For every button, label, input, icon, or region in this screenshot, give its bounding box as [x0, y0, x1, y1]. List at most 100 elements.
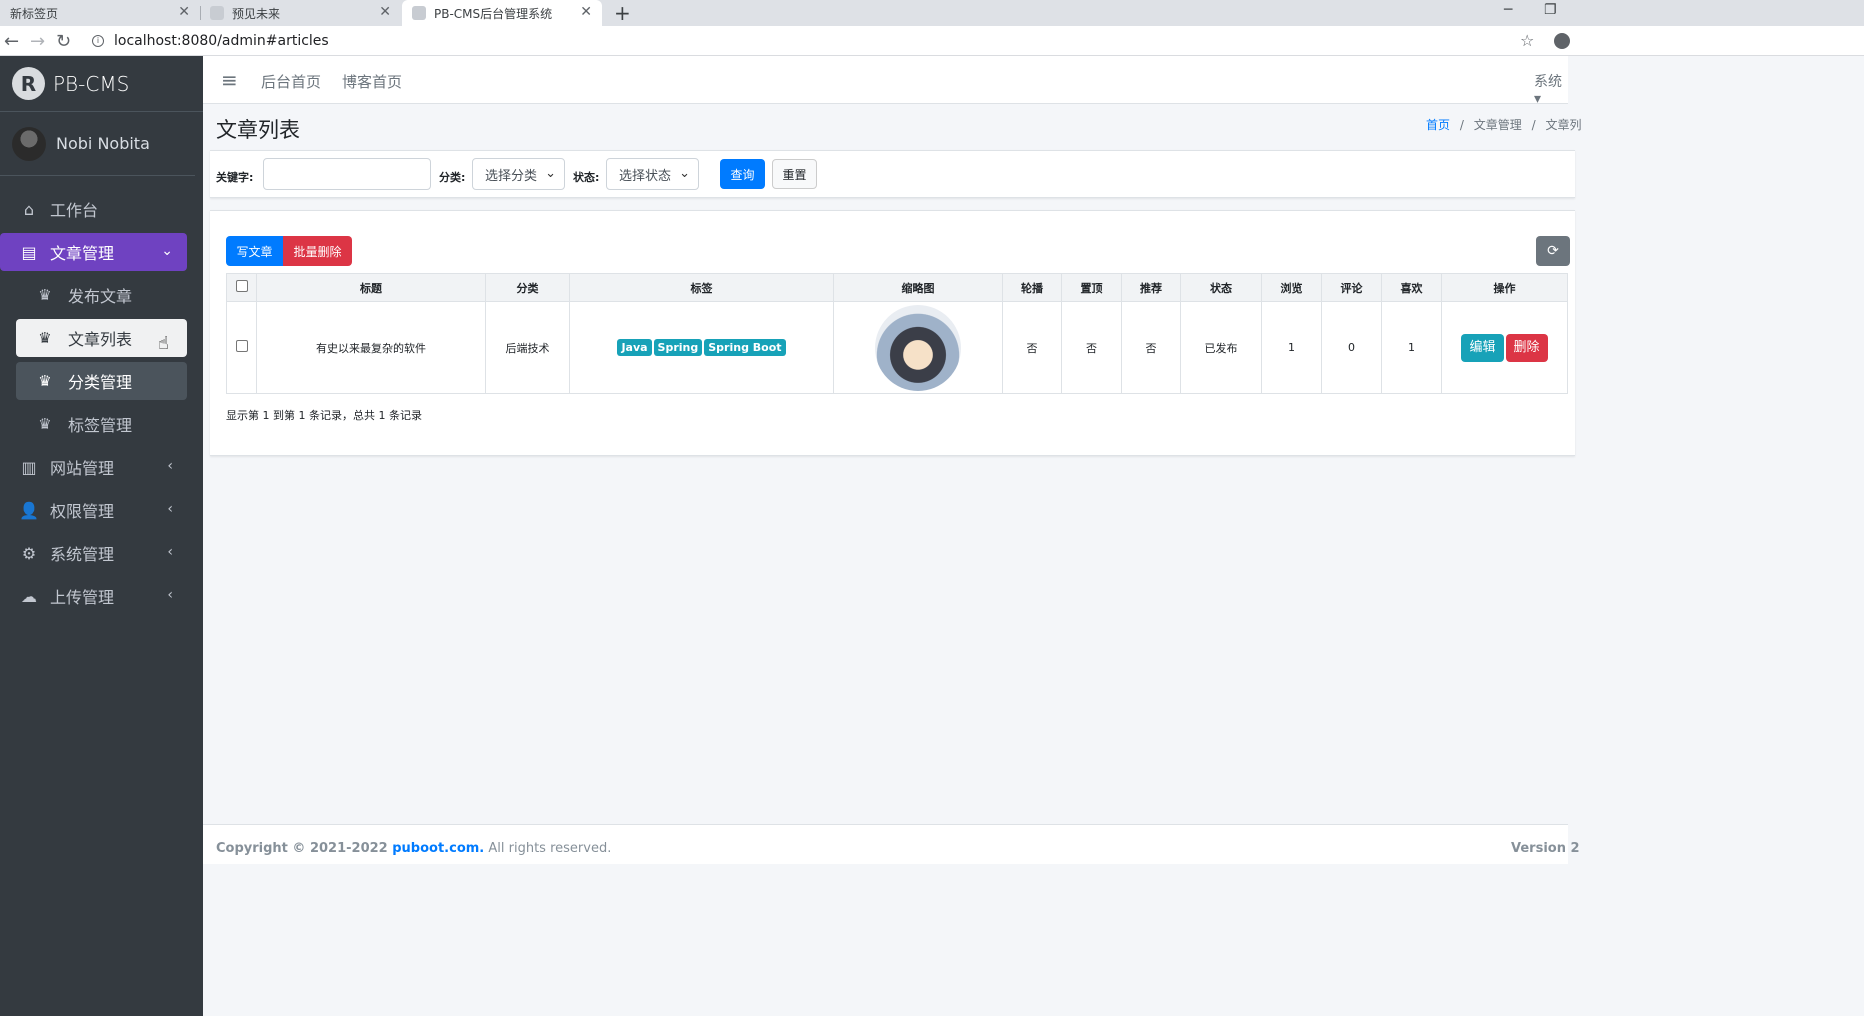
column-header[interactable]: 置顶	[1061, 273, 1122, 302]
sidebar-item-label: 系统管理	[50, 545, 115, 564]
breadcrumb-item: 文章列	[1545, 118, 1582, 132]
browser-tabstrip: 新标签页 ✕ 预见未来 ✕ PB-CMS后台管理系统 ✕ + ─ ❐	[0, 0, 1864, 26]
cell-carousel: 否	[1002, 301, 1062, 394]
cell-title: 有史以来最复杂的软件	[256, 301, 486, 394]
column-header[interactable]: 浏览	[1261, 273, 1322, 302]
column-header[interactable]: 轮播	[1002, 273, 1062, 302]
cell-recommend: 否	[1121, 301, 1181, 394]
top-navbar: ≡ 后台首页 博客首页 系统 ▾	[203, 56, 1568, 107]
keyword-input[interactable]	[263, 158, 431, 190]
content-header: 文章列表 首页 / 文章管理 / 文章列	[203, 104, 1581, 150]
sidebar-subitem-publish[interactable]: ♛ 发布文章	[16, 276, 187, 314]
sidebar-item-upload[interactable]: ☁ 上传管理 ‹	[0, 577, 187, 615]
status-select[interactable]: 选择状态 ⌄	[606, 158, 699, 190]
refresh-button[interactable]: ⟳	[1536, 236, 1570, 266]
column-header[interactable]: 推荐	[1121, 273, 1181, 302]
brand-logo-icon: R	[12, 67, 45, 100]
keyword-label: 关键字:	[216, 171, 254, 184]
cell-tags: Java Spring Spring Boot	[569, 301, 834, 394]
chevron-left-icon: ‹	[167, 501, 173, 517]
sidebar-subitem-tags[interactable]: ♛ 标签管理	[16, 405, 187, 443]
breadcrumb: 首页 / 文章管理 / 文章列	[1426, 118, 1582, 132]
column-header[interactable]: 标题	[256, 273, 486, 302]
select-all-cell	[226, 273, 257, 302]
sidebar-item-website[interactable]: ▥ 网站管理 ‹	[0, 448, 187, 486]
pagination-info: 显示第 1 到第 1 条记录，总共 1 条记录	[226, 409, 422, 422]
minimize-icon[interactable]: ─	[1504, 2, 1512, 18]
address-bar[interactable]: i localhost:8080/admin#articles	[92, 30, 329, 52]
status-label: 状态:	[573, 171, 600, 184]
write-article-button[interactable]: 写文章	[226, 236, 283, 266]
brand-link[interactable]: R PB-CMS	[0, 56, 203, 112]
crown-icon: ♛	[38, 329, 52, 347]
nav-admin-home[interactable]: 后台首页	[261, 71, 321, 92]
copyright-prefix: Copyright © 2021-2022	[216, 841, 393, 856]
row-select-cell	[226, 301, 257, 394]
reset-button[interactable]: 重置	[772, 159, 817, 189]
back-icon[interactable]: ←	[4, 31, 19, 52]
favicon-icon	[412, 6, 426, 20]
footer: Copyright © 2021-2022 puboot.com. All ri…	[203, 824, 1580, 864]
breadcrumb-item[interactable]: 文章管理	[1474, 118, 1522, 132]
category-select[interactable]: 选择分类 ⌄	[472, 158, 565, 190]
chevron-down-icon: ⌄	[545, 166, 556, 181]
sidebar-item-system[interactable]: ⚙ 系统管理 ‹	[0, 534, 187, 572]
bookmark-star-icon[interactable]: ☆	[1520, 31, 1534, 50]
tag-badge: Java	[617, 339, 652, 356]
browser-tab-active[interactable]: PB-CMS后台管理系统 ✕	[402, 0, 602, 26]
close-icon[interactable]: ✕	[178, 4, 190, 20]
nav-blog-home[interactable]: 博客首页	[342, 71, 402, 92]
batch-delete-button[interactable]: 批量删除	[283, 236, 352, 266]
menu-toggle-icon[interactable]: ≡	[221, 68, 238, 92]
close-icon[interactable]: ✕	[580, 4, 592, 20]
sidebar-subitem-categories[interactable]: ♛ 分类管理	[16, 362, 187, 400]
profile-icon[interactable]	[1554, 33, 1570, 49]
edit-button[interactable]: 编辑	[1461, 333, 1504, 362]
tag-badge: Spring Boot	[704, 339, 786, 356]
sidebar-item-label: 发布文章	[68, 287, 133, 306]
browser-tab[interactable]: 预见未来 ✕	[200, 0, 401, 26]
status-select-value: 选择状态	[619, 168, 672, 184]
copyright-suffix: All rights reserved.	[484, 841, 612, 856]
sidebar-item-dashboard[interactable]: ⌂ 工作台	[0, 190, 187, 228]
sidebar-item-label: 文章管理	[50, 244, 115, 263]
browser-tab[interactable]: 新标签页 ✕	[0, 0, 201, 26]
info-icon[interactable]: i	[92, 35, 104, 47]
reload-icon[interactable]: ↻	[56, 31, 71, 52]
gear-icon: ⚙	[21, 543, 37, 563]
new-tab-icon[interactable]: +	[614, 1, 631, 25]
query-button[interactable]: 查询	[720, 159, 765, 189]
page-title: 文章列表	[216, 118, 300, 142]
column-header[interactable]: 状态	[1180, 273, 1262, 302]
column-header[interactable]: 分类	[485, 273, 570, 302]
table-row: 有史以来最复杂的软件 后端技术 Java Spring Spring Boot 否 …	[226, 301, 1568, 394]
column-header[interactable]: 喜欢	[1381, 273, 1442, 302]
column-header[interactable]: 缩略图	[833, 273, 1003, 302]
sidebar: R PB-CMS Nobi Nobita ⌂ 工作台 ▤ 文章管理 ⌄ ♛ 发布…	[0, 56, 203, 1016]
chevron-down-icon: ⌄	[679, 166, 690, 181]
close-icon[interactable]: ✕	[379, 4, 391, 20]
select-all-checkbox[interactable]	[235, 280, 248, 292]
user-panel[interactable]: Nobi Nobita	[0, 112, 195, 176]
cloud-upload-icon: ☁	[21, 586, 37, 606]
sidebar-item-label: 权限管理	[50, 502, 115, 521]
footer-link[interactable]: puboot.com.	[392, 841, 484, 856]
sidebar-item-label: 上传管理	[50, 588, 115, 607]
tab-title: 新标签页	[10, 6, 59, 21]
copyright-text: Copyright © 2021-2022 puboot.com. All ri…	[216, 841, 611, 856]
home-icon: ⌂	[23, 199, 35, 219]
sidebar-item-label: 标签管理	[68, 416, 133, 435]
brand-text: PB-CMS	[53, 71, 130, 96]
column-header[interactable]: 标签	[569, 273, 834, 302]
sidebar-item-permissions[interactable]: 👤 权限管理 ‹	[0, 491, 187, 529]
breadcrumb-home[interactable]: 首页	[1426, 118, 1450, 132]
delete-button[interactable]: 删除	[1505, 333, 1548, 362]
forward-icon[interactable]: →	[30, 31, 45, 52]
sidebar-item-label: 网站管理	[50, 459, 115, 478]
row-checkbox[interactable]	[235, 340, 248, 352]
sidebar-item-articles[interactable]: ▤ 文章管理 ⌄	[0, 233, 187, 271]
columns-icon: ▥	[21, 457, 37, 477]
system-dropdown[interactable]: 系统 ▾	[1534, 71, 1568, 107]
column-header[interactable]: 评论	[1321, 273, 1382, 302]
restore-icon[interactable]: ❐	[1544, 2, 1557, 18]
